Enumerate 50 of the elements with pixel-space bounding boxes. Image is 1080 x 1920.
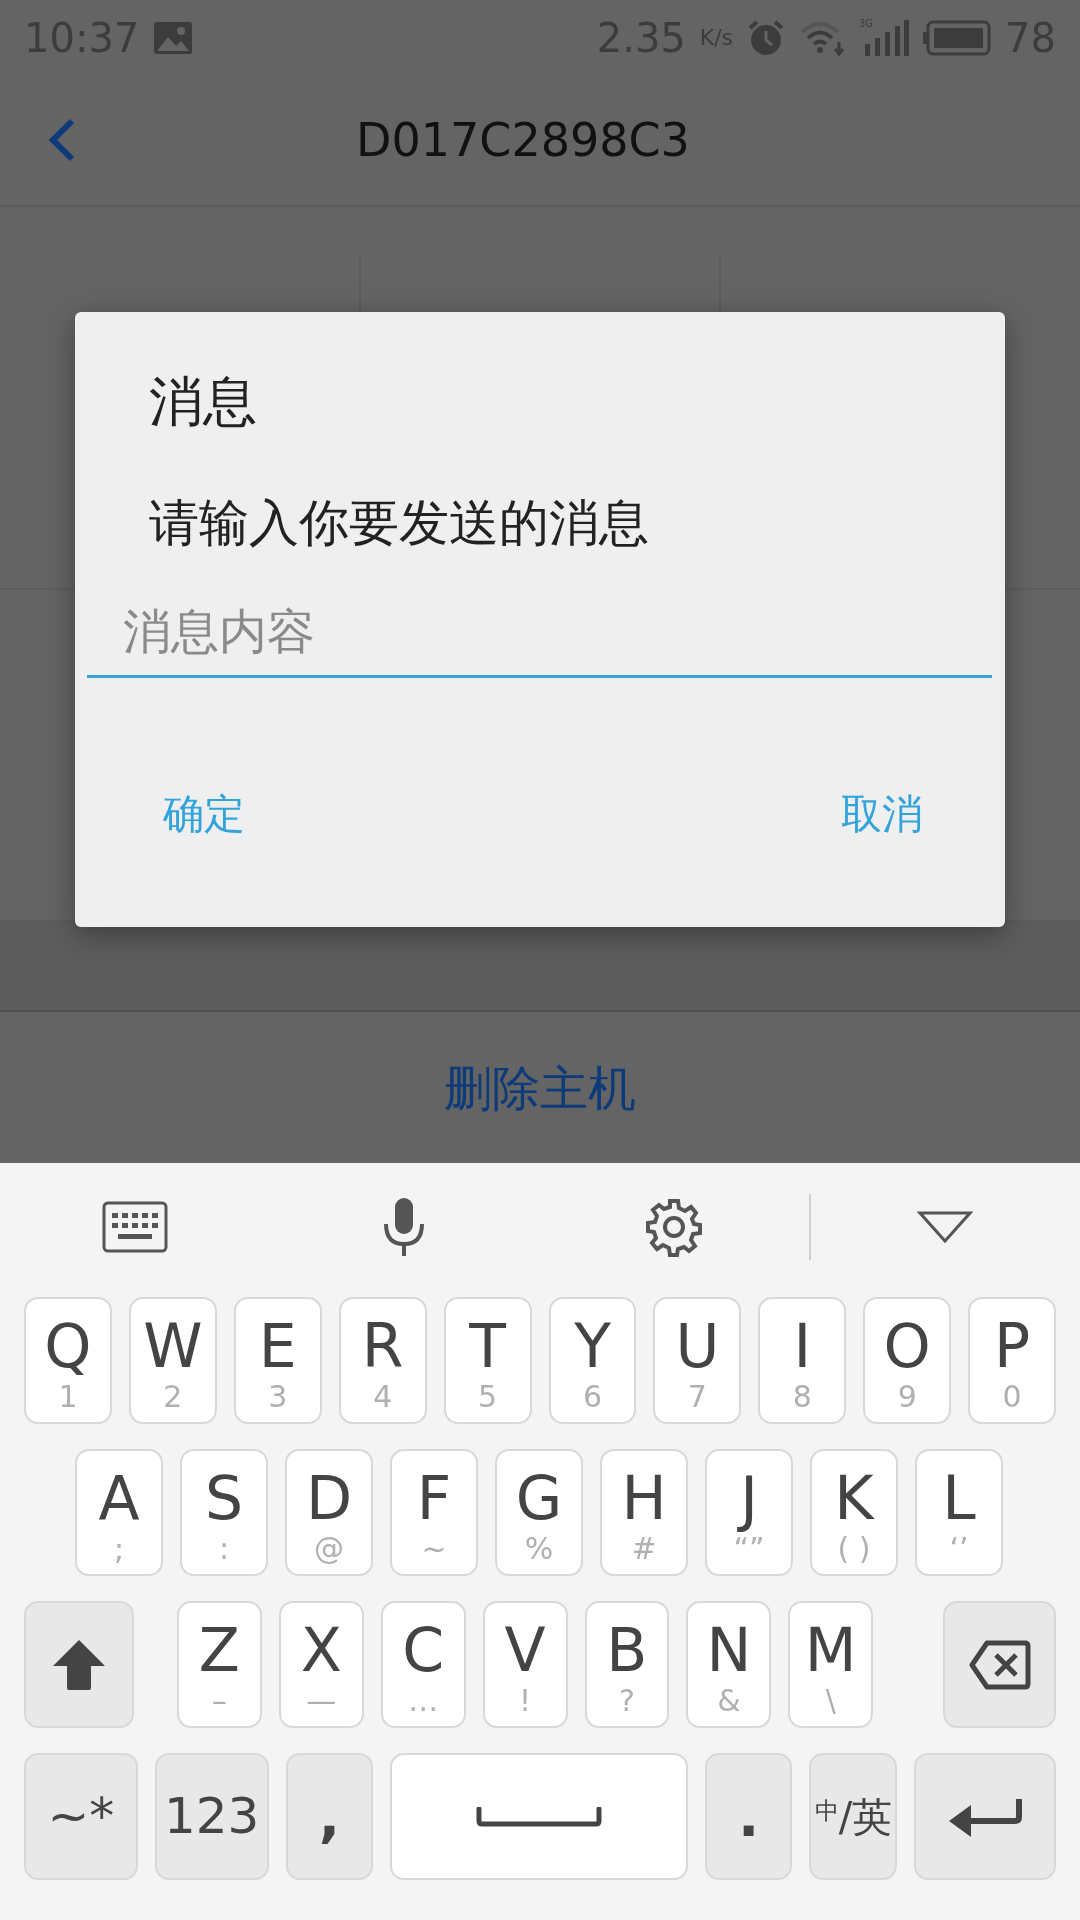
wifi-icon (799, 19, 846, 56)
alarm-clock-icon (747, 18, 786, 57)
image-icon (153, 20, 194, 55)
space-bar-icon (476, 1806, 602, 1827)
letter-key[interactable]: U 7 (653, 1297, 742, 1424)
letter-key[interactable]: C … (380, 1601, 466, 1728)
letter-key[interactable]: I 8 (758, 1297, 847, 1424)
letter-key[interactable]: K ( ) (810, 1449, 898, 1576)
letter-key[interactable]: B ? (584, 1601, 670, 1728)
punctuation-key[interactable]: , (285, 1753, 374, 1880)
letter-key[interactable]: H # (600, 1449, 688, 1576)
letter-key[interactable]: O 9 (863, 1297, 952, 1424)
letter-key[interactable]: S : (180, 1449, 268, 1576)
backspace-icon (968, 1639, 1031, 1690)
letter-key[interactable]: V ! (482, 1601, 568, 1728)
letter-key[interactable]: Q 1 (24, 1297, 112, 1424)
enter-icon (947, 1796, 1024, 1837)
dialog-title: 消息 (149, 370, 258, 435)
letter-key[interactable]: A ; (75, 1449, 163, 1576)
letter-key[interactable]: X — (278, 1601, 364, 1728)
keyboard-icon[interactable] (101, 1200, 168, 1253)
language-switch-key[interactable]: $^{中}$/英 (809, 1753, 898, 1880)
battery-icon (923, 19, 992, 56)
letter-key[interactable]: Z – (176, 1601, 262, 1728)
backspace-key[interactable] (943, 1601, 1056, 1728)
dialog-message: 请输入你要发送的消息 (149, 492, 650, 553)
letter-key[interactable]: E 3 (233, 1297, 322, 1424)
enter-key[interactable] (914, 1753, 1056, 1880)
letter-key[interactable]: W 2 (128, 1297, 217, 1424)
punctuation-key[interactable]: . (704, 1753, 793, 1880)
letter-key[interactable]: F ~ (390, 1449, 478, 1576)
symbol-mode-key[interactable]: 123 (154, 1753, 269, 1880)
space-key[interactable] (390, 1753, 688, 1880)
letter-key[interactable]: R 4 (338, 1297, 427, 1424)
letter-key[interactable]: J “” (705, 1449, 793, 1576)
letter-key[interactable]: D @ (285, 1449, 373, 1576)
microphone-icon[interactable] (382, 1195, 427, 1258)
screen-title: D017C2898C3 (355, 111, 691, 169)
letter-key[interactable]: L ‘’ (915, 1449, 1003, 1576)
letter-key[interactable]: T 5 (443, 1297, 532, 1424)
settings-icon[interactable] (643, 1196, 704, 1257)
symbol-mode-key[interactable]: ~* (24, 1753, 138, 1880)
message-input-field[interactable]: 消息内容 (87, 590, 992, 678)
shift-key[interactable] (24, 1601, 134, 1728)
letter-key[interactable]: P 0 (968, 1297, 1057, 1424)
letter-key[interactable]: G % (495, 1449, 583, 1576)
letter-key[interactable]: M \ (788, 1601, 874, 1728)
letter-key[interactable]: Y 6 (548, 1297, 637, 1424)
letter-key[interactable]: N & (686, 1601, 772, 1728)
hide-keyboard-icon[interactable] (917, 1209, 974, 1244)
